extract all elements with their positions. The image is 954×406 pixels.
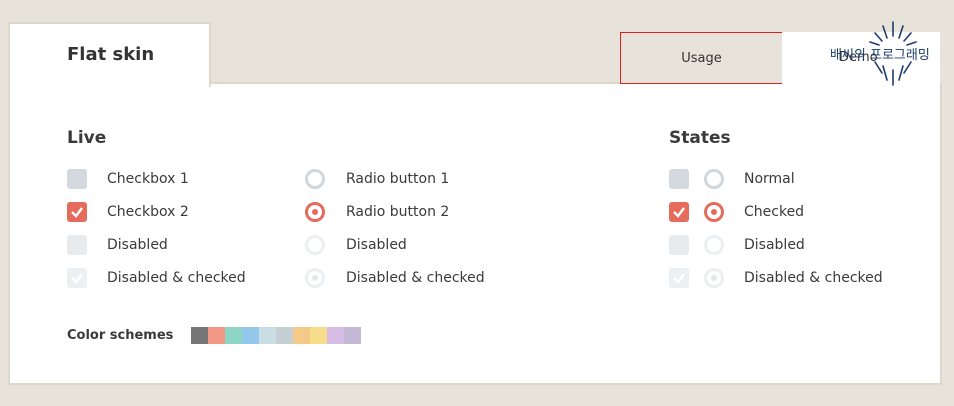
checkbox-label: Disabled & checked	[107, 270, 246, 286]
checkmark-icon	[71, 273, 83, 284]
checkbox-disabled-checked	[669, 268, 689, 288]
tab-flat-skin-label: Flat skin	[67, 44, 155, 65]
radio-unchecked[interactable]	[305, 169, 325, 189]
radio-checked[interactable]	[305, 202, 325, 222]
live-heading: Live	[67, 128, 107, 148]
radio-row: Disabled	[305, 234, 407, 256]
state-row-checked[interactable]: Checked	[669, 201, 804, 223]
state-label: Disabled & checked	[744, 270, 883, 286]
radio-disabled	[305, 235, 325, 255]
state-label: Normal	[744, 171, 795, 187]
color-swatch-list	[191, 326, 361, 344]
checkbox-unchecked[interactable]	[669, 169, 689, 189]
state-row-disabled-checked: Disabled & checked	[669, 267, 883, 289]
state-row-normal[interactable]: Normal	[669, 168, 795, 190]
checkbox-disabled	[669, 235, 689, 255]
radio-disabled-checked	[704, 268, 724, 288]
tab-usage-label: Usage	[681, 50, 722, 66]
color-swatch[interactable]	[327, 326, 344, 344]
color-swatch[interactable]	[310, 326, 327, 344]
state-row-disabled: Disabled	[669, 234, 805, 256]
checkbox-row[interactable]: Checkbox 1	[67, 168, 189, 190]
color-swatch[interactable]	[225, 326, 242, 344]
color-swatch[interactable]	[208, 326, 225, 344]
color-schemes: Color schemes	[67, 325, 361, 345]
checkmark-icon	[673, 273, 685, 284]
color-swatch[interactable]	[259, 326, 276, 344]
color-swatch[interactable]	[242, 326, 259, 344]
checkbox-label: Checkbox 1	[107, 171, 189, 187]
radio-label: Radio button 1	[346, 171, 450, 187]
radio-disabled-checked	[305, 268, 325, 288]
color-schemes-label: Color schemes	[67, 327, 174, 343]
radio-label: Disabled & checked	[346, 270, 485, 286]
checkbox-checked[interactable]	[67, 202, 87, 222]
checkbox-row: Disabled & checked	[67, 267, 246, 289]
radio-row[interactable]: Radio button 1	[305, 168, 449, 190]
radio-row[interactable]: Radio button 2	[305, 201, 449, 223]
color-swatch[interactable]	[276, 326, 293, 344]
state-label: Disabled	[744, 237, 805, 253]
states-heading: States	[669, 128, 731, 148]
checkbox-row[interactable]: Checkbox 2	[67, 201, 189, 223]
checkbox-unchecked[interactable]	[67, 169, 87, 189]
watermark: 배씨의 프로그래밍	[830, 20, 954, 90]
checkbox-disabled-checked	[67, 268, 87, 288]
checkmark-icon	[71, 207, 83, 218]
radio-label: Radio button 2	[346, 204, 450, 220]
tab-usage[interactable]: Usage	[620, 32, 783, 84]
color-swatch[interactable]	[191, 326, 208, 344]
color-swatch[interactable]	[293, 326, 310, 344]
radio-checked[interactable]	[704, 202, 724, 222]
checkbox-label: Disabled	[107, 237, 168, 253]
checkbox-label: Checkbox 2	[107, 204, 189, 220]
checkbox-row: Disabled	[67, 234, 168, 256]
checkmark-icon	[673, 207, 685, 218]
watermark-text: 배씨의 프로그래밍	[830, 48, 930, 63]
checkbox-checked[interactable]	[669, 202, 689, 222]
checkbox-disabled	[67, 235, 87, 255]
radio-disabled	[704, 235, 724, 255]
radio-row: Disabled & checked	[305, 267, 485, 289]
radio-unchecked[interactable]	[704, 169, 724, 189]
state-label: Checked	[744, 204, 805, 220]
color-swatch[interactable]	[344, 326, 361, 344]
radio-label: Disabled	[346, 237, 407, 253]
tab-flat-skin[interactable]: Flat skin	[8, 22, 211, 87]
